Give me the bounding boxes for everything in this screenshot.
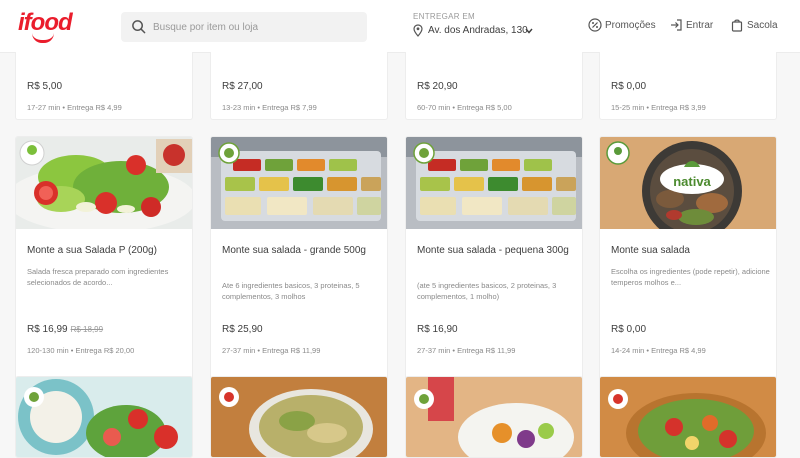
product-card[interactable] [15, 376, 193, 458]
product-image [16, 377, 192, 457]
delivery-info: 15-25 min • Entrega R$ 3,99 [611, 103, 706, 112]
product-price: R$ 27,00 [222, 81, 263, 92]
search-bar[interactable] [121, 12, 367, 42]
product-price: R$ 0,00 [611, 324, 647, 335]
delivery-info: 27-37 min • Entrega R$ 11,99 [417, 346, 516, 355]
product-price: R$ 0,00 [611, 81, 647, 92]
product-image [406, 137, 582, 229]
product-image [406, 377, 582, 457]
product-description: Escolha os ingredientes (pode repetir), … [611, 267, 770, 287]
delivery-info: 120-130 min • Entrega R$ 20,00 [27, 346, 135, 355]
search-icon [132, 20, 146, 34]
product-card[interactable]: R$ 5,00 17-27 min • Entrega R$ 4,99 [15, 52, 193, 120]
product-image [600, 377, 776, 457]
product-price: R$ 20,90 [417, 81, 458, 92]
product-image [211, 137, 387, 229]
login-label: Entrar [686, 20, 714, 31]
product-price: R$ 25,90 [222, 324, 263, 335]
product-title: Monte sua salada - grande 500g [222, 245, 366, 256]
product-card[interactable]: Monte a sua Salada P (200g) Salada fresc… [15, 136, 193, 414]
current-price: R$ 16,99 [27, 324, 68, 335]
product-image [16, 137, 192, 229]
delivery-info: 14-24 min • Entrega R$ 4,99 [611, 346, 706, 355]
product-price: R$ 5,00 [27, 81, 63, 92]
product-card[interactable]: nativa Monte sua salada Escolha os ingre… [599, 136, 777, 414]
product-title: Monte sua salada [611, 245, 690, 256]
product-title: Monte a sua Salada P (200g) [27, 245, 157, 256]
logo-smile [32, 33, 54, 43]
product-image [211, 377, 387, 457]
promotions-label: Promoções [605, 20, 656, 31]
deliver-label: ENTREGAR EM [413, 12, 475, 21]
product-price: R$ 16,90 [417, 324, 458, 335]
product-title: Monte sua salada - pequena 300g [417, 245, 569, 256]
deliver-address: Av. dos Andradas, 130 [428, 25, 528, 36]
chevron-down-icon [525, 28, 533, 34]
delivery-info: 17-27 min • Entrega R$ 4,99 [27, 103, 122, 112]
product-card[interactable]: Monte sua salada - grande 500g Ate 6 ing… [210, 136, 388, 414]
product-card[interactable]: R$ 27,00 13-23 min • Entrega R$ 7,99 [210, 52, 388, 120]
product-card[interactable]: R$ 0,00 15-25 min • Entrega R$ 3,99 [599, 52, 777, 120]
location-pin-icon [413, 24, 423, 37]
delivery-info: 60-70 min • Entrega R$ 5,00 [417, 103, 512, 112]
search-input[interactable] [153, 12, 358, 42]
old-price: R$ 18,99 [70, 325, 104, 334]
product-card[interactable] [405, 376, 583, 458]
product-card[interactable] [210, 376, 388, 458]
product-description: Ate 6 ingredientes basicos, 3 proteinas,… [222, 281, 360, 301]
product-image: nativa [600, 137, 776, 229]
delivery-info: 27-37 min • Entrega R$ 11,99 [222, 346, 321, 355]
shopping-bag-icon [731, 19, 743, 32]
top-bar: ifood ENTREGAR EM Av. dos Andradas, 130 … [0, 0, 800, 53]
bag-label: Sacola [747, 20, 778, 31]
nativa-brand-label: nativa [673, 174, 711, 189]
product-description: Salada fresca preparado com ingredientes… [27, 267, 169, 287]
product-card[interactable]: Monte sua salada - pequena 300g (ate 5 i… [405, 136, 583, 414]
delivery-info: 13-23 min • Entrega R$ 7,99 [222, 103, 317, 112]
login-icon [671, 19, 682, 31]
product-price: R$ 16,99 R$ 18,99 [27, 324, 103, 335]
product-card[interactable] [599, 376, 777, 458]
product-card[interactable]: R$ 20,90 60-70 min • Entrega R$ 5,00 [405, 52, 583, 120]
product-description: (ate 5 ingredientes basicos, 2 proteinas… [417, 281, 557, 301]
discount-icon [588, 18, 602, 32]
delivery-address-selector[interactable]: ENTREGAR EM Av. dos Andradas, 130 [413, 12, 553, 42]
